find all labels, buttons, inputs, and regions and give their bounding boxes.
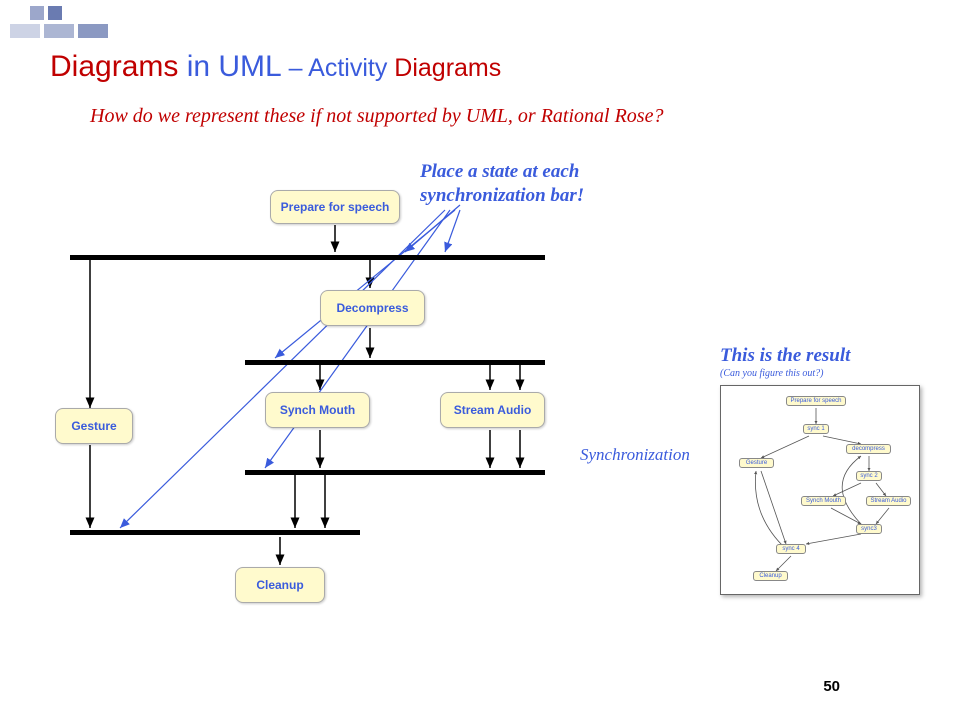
result-sub: (Can you figure this out?): [720, 368, 824, 379]
activity-decompress: Decompress: [320, 290, 425, 326]
thumb-sync2: sync 2: [856, 471, 882, 481]
corner-decoration: [0, 0, 120, 40]
activity-gesture: Gesture: [55, 408, 133, 444]
result-label: This is the result: [720, 345, 850, 367]
thumb-sync1: sync 1: [803, 424, 829, 434]
thumb-arrows: [721, 386, 921, 596]
thumb-synch-mouth: Synch Mouth: [801, 496, 846, 506]
activity-cleanup: Cleanup: [235, 567, 325, 603]
page-number: 50: [823, 678, 840, 695]
sync-bar-1: [70, 255, 545, 260]
activity-diagram: Prepare for speech Decompress Gesture Sy…: [40, 170, 660, 650]
activity-synch-mouth: Synch Mouth: [265, 392, 370, 428]
title-part1: Diagrams: [50, 50, 178, 83]
sync-bar-4: [70, 530, 360, 535]
thumb-sync3: sync3: [856, 524, 882, 534]
title-part2: in UML: [178, 50, 281, 83]
thumb-cleanup: Cleanup: [753, 571, 788, 581]
thumb-sync4: sync 4: [776, 544, 806, 554]
sync-bar-2: [245, 360, 545, 365]
slide-subtitle: How do we represent these if not support…: [90, 105, 663, 128]
title-part3: – Activity: [282, 54, 388, 82]
thumb-prepare: Prepare for speech: [786, 396, 846, 406]
activity-prepare: Prepare for speech: [270, 190, 400, 224]
activity-stream-audio: Stream Audio: [440, 392, 545, 428]
title-part4: Diagrams: [387, 54, 501, 82]
thumb-stream-audio: Stream Audio: [866, 496, 911, 506]
thumb-gesture: Gesture: [739, 458, 774, 468]
thumb-decompress: decompress: [846, 444, 891, 454]
slide-title: Diagrams in UML – Activity Diagrams: [50, 50, 501, 84]
result-thumbnail: Prepare for speech sync 1 decompress Ges…: [720, 385, 920, 595]
sync-bar-3: [245, 470, 545, 475]
